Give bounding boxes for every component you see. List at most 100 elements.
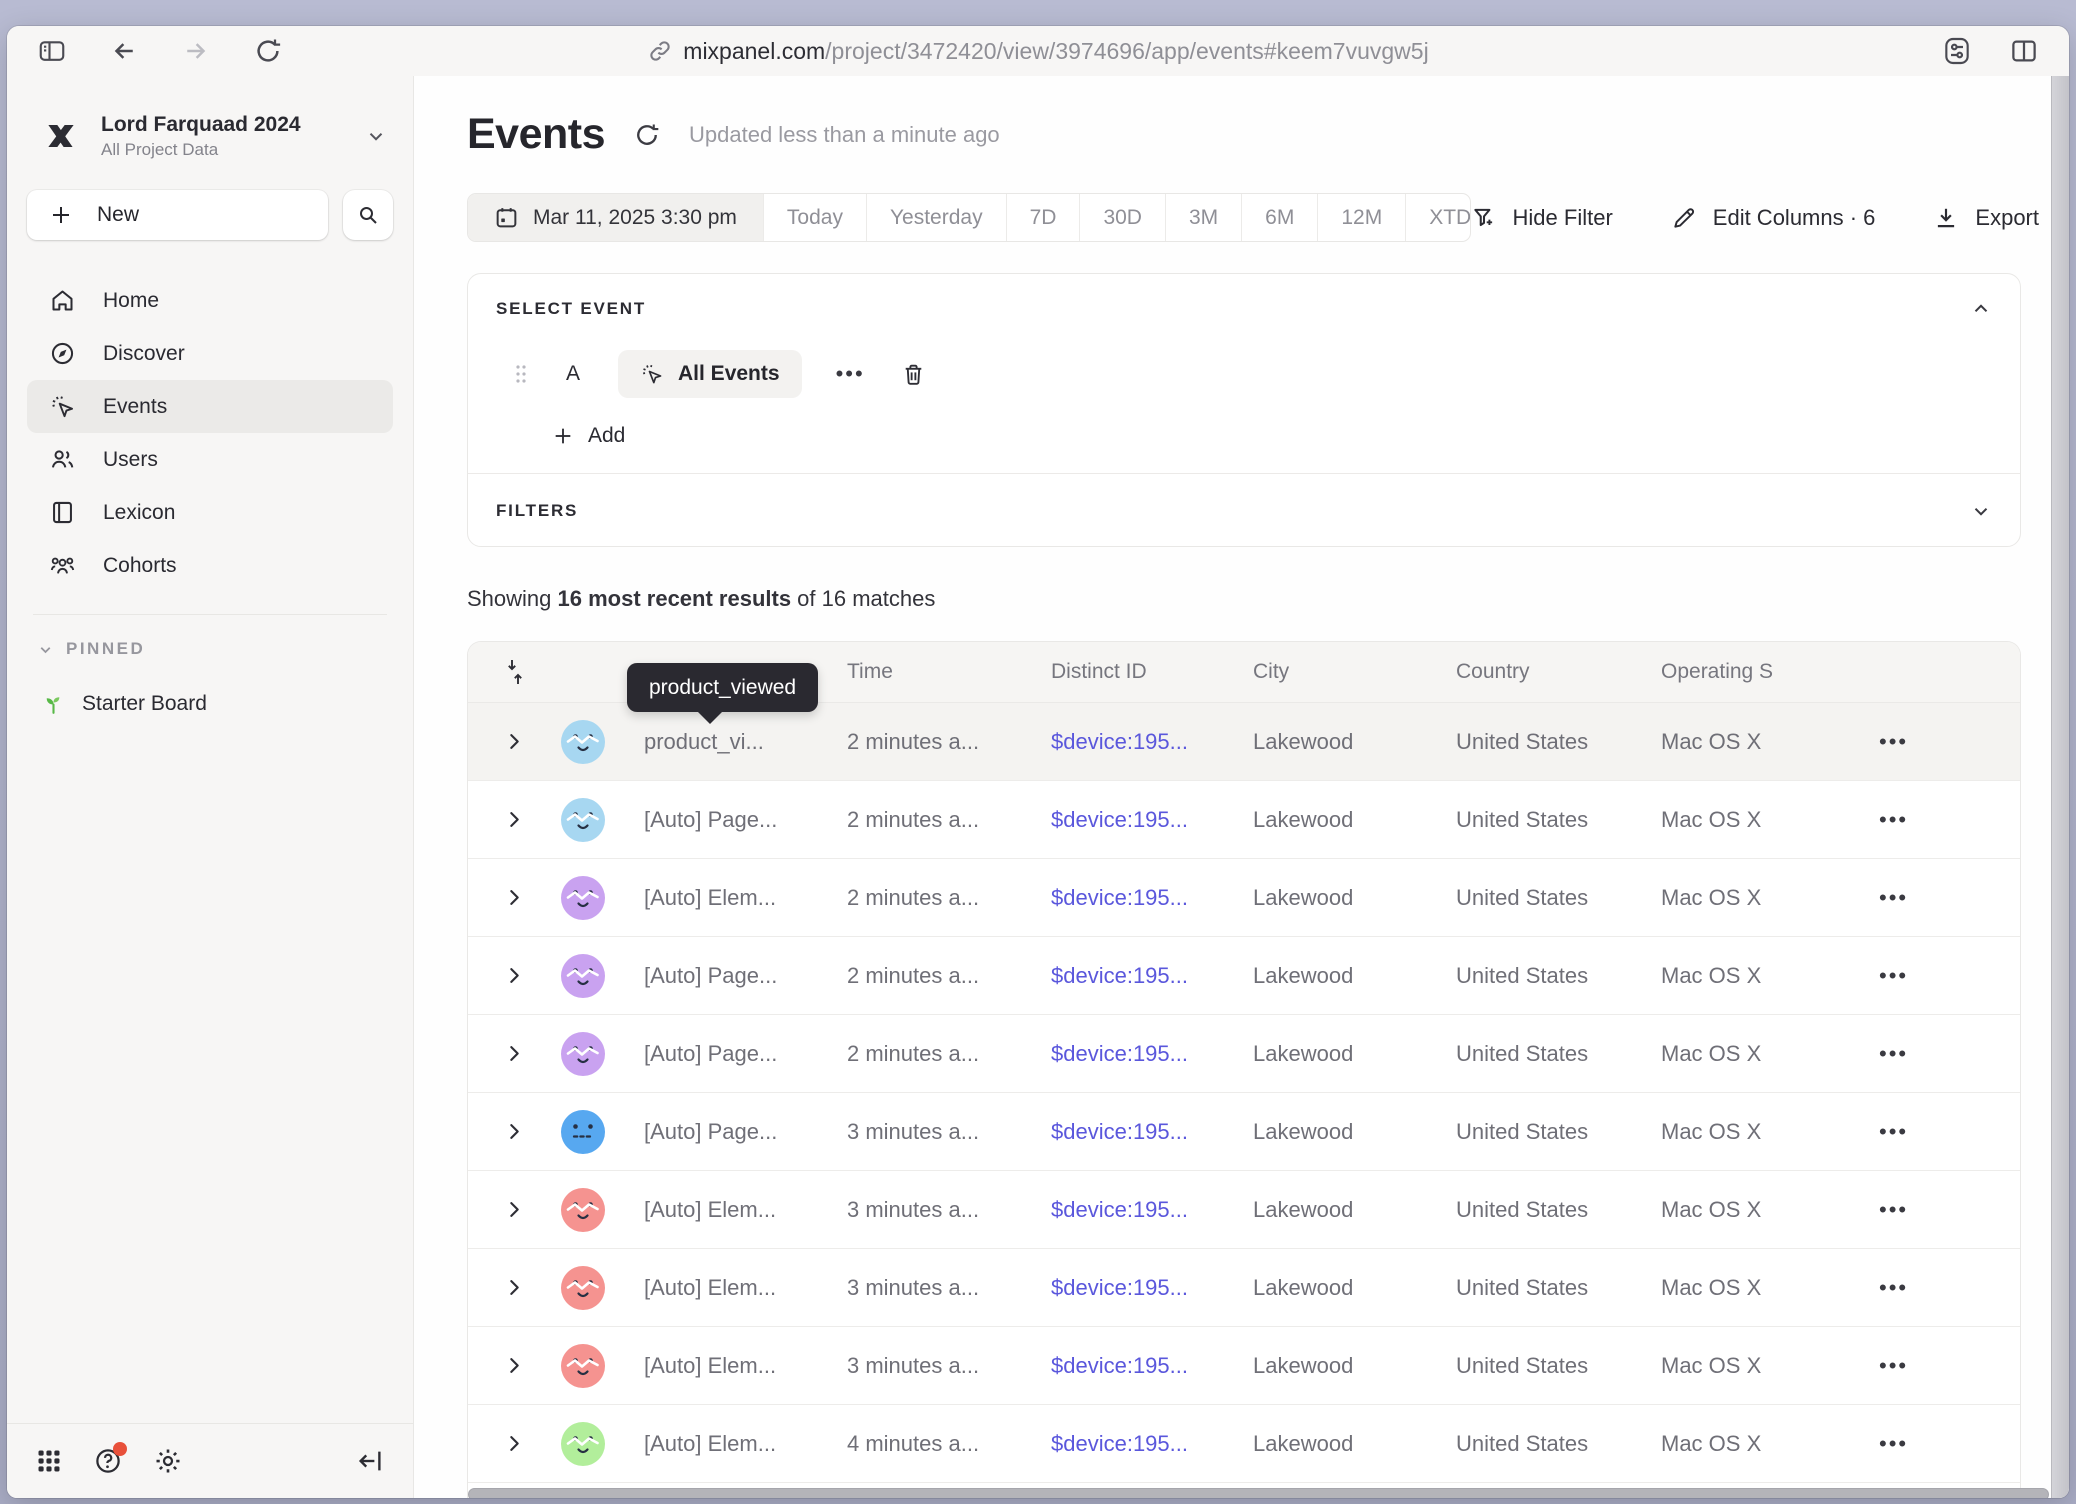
distinct-id-link[interactable]: $device:195... — [1051, 1275, 1188, 1300]
table-row[interactable]: [Auto] Page... 2 minutes a... $device:19… — [468, 1015, 2020, 1093]
browser-extensions-icon[interactable] — [1941, 35, 1973, 67]
row-expand-chevron-icon[interactable] — [506, 1357, 523, 1374]
range-30d[interactable]: 30D — [1079, 194, 1165, 241]
event-row-more-button[interactable]: ••• — [836, 361, 865, 387]
sidebar-item-lexicon[interactable]: Lexicon — [27, 486, 393, 539]
trash-icon[interactable] — [901, 362, 926, 387]
distinct-id-link[interactable]: $device:195... — [1051, 1041, 1188, 1066]
browser-back-icon[interactable] — [109, 36, 139, 66]
sidebar-item-cohorts[interactable]: Cohorts — [27, 539, 393, 592]
table-row[interactable]: [Auto] Elem... 4 minutes a... $device:19… — [468, 1405, 2020, 1483]
sidebar-item-discover[interactable]: Discover — [27, 327, 393, 380]
event-selector-chip[interactable]: All Events — [618, 350, 802, 398]
event-name-cell: [Auto] Page... — [607, 1041, 847, 1067]
table-row[interactable]: [Auto] Page... 2 minutes a... $device:19… — [468, 781, 2020, 859]
column-header-city[interactable]: City — [1253, 660, 1456, 684]
collapse-sidebar-icon[interactable] — [355, 1446, 385, 1476]
distinct-id-link[interactable]: $device:195... — [1051, 1119, 1188, 1144]
refresh-icon[interactable] — [633, 121, 661, 149]
row-menu-button[interactable]: ••• — [1861, 1197, 2020, 1223]
table-row[interactable]: [Auto] Page... 2 minutes a... $device:19… — [468, 937, 2020, 1015]
vertical-scrollbar[interactable] — [2051, 76, 2069, 1498]
sidebar-item-users[interactable]: Users — [27, 433, 393, 486]
country-cell: United States — [1456, 1431, 1661, 1457]
range-today[interactable]: Today — [763, 194, 866, 241]
browser-reload-icon[interactable] — [253, 36, 283, 66]
table-row[interactable]: [Auto] Elem... 2 minutes a... $device:19… — [468, 859, 2020, 937]
add-event-button[interactable]: Add — [552, 424, 625, 448]
horizontal-scrollbar-thumb[interactable] — [468, 1488, 2049, 1498]
event-tooltip: product_viewed — [627, 663, 818, 712]
distinct-id-link[interactable]: $device:195... — [1051, 807, 1188, 832]
row-menu-button[interactable]: ••• — [1861, 1353, 2020, 1379]
row-expand-chevron-icon[interactable] — [506, 811, 523, 828]
collapse-section-chevron-up-icon[interactable] — [1970, 298, 1992, 320]
sidebar-item-starter-board[interactable]: Starter Board — [27, 691, 393, 716]
edit-columns-button[interactable]: Edit Columns · 6 — [1671, 205, 1876, 231]
event-avatar — [561, 1266, 605, 1310]
row-expand-chevron-icon[interactable] — [506, 889, 523, 906]
city-cell: Lakewood — [1253, 1353, 1456, 1379]
column-header-distinct-id[interactable]: Distinct ID — [1051, 660, 1253, 684]
column-header-country[interactable]: Country — [1456, 660, 1661, 684]
drag-handle-icon[interactable] — [514, 362, 528, 386]
os-cell: Mac OS X — [1661, 1431, 1861, 1457]
browser-sidebar-toggle-icon[interactable] — [37, 36, 67, 66]
column-header-operating-system[interactable]: Operating S — [1661, 660, 1861, 684]
range-12m[interactable]: 12M — [1317, 194, 1405, 241]
event-time-cell: 2 minutes a... — [847, 807, 1051, 833]
row-expand-chevron-icon[interactable] — [506, 733, 523, 750]
distinct-id-link[interactable]: $device:195... — [1051, 1353, 1188, 1378]
sidebar-item-home[interactable]: Home — [27, 274, 393, 327]
search-button[interactable] — [343, 190, 393, 240]
row-menu-button[interactable]: ••• — [1861, 1041, 2020, 1067]
column-header-time[interactable]: Time — [847, 660, 1051, 684]
range-yesterday[interactable]: Yesterday — [866, 194, 1006, 241]
row-expand-chevron-icon[interactable] — [506, 1279, 523, 1296]
horizontal-scrollbar[interactable] — [468, 1488, 2049, 1498]
distinct-id-link[interactable]: $device:195... — [1051, 1431, 1188, 1456]
row-menu-button[interactable]: ••• — [1861, 1275, 2020, 1301]
event-time-cell: 2 minutes a... — [847, 1041, 1051, 1067]
plus-icon — [49, 203, 73, 227]
row-menu-button[interactable]: ••• — [1861, 963, 2020, 989]
new-button[interactable]: New — [27, 190, 328, 240]
row-menu-button[interactable]: ••• — [1861, 729, 2020, 755]
help-icon[interactable] — [93, 1446, 123, 1476]
sort-order-icon[interactable] — [506, 657, 524, 687]
sidebar-item-events[interactable]: Events — [27, 380, 393, 433]
export-button[interactable]: Export — [1933, 205, 2039, 231]
range-7d[interactable]: 7D — [1006, 194, 1080, 241]
table-row[interactable]: [Auto] Page... 3 minutes a... $device:19… — [468, 1093, 2020, 1171]
address-bar[interactable]: mixpanel.com/project/3472420/view/397469… — [7, 26, 2069, 76]
range-xtd[interactable]: XTD — [1405, 194, 1470, 241]
apps-grid-icon[interactable] — [35, 1447, 63, 1475]
settings-gear-icon[interactable] — [153, 1446, 183, 1476]
distinct-id-link[interactable]: $device:195... — [1051, 885, 1188, 910]
table-row[interactable]: [Auto] Elem... 3 minutes a... $device:19… — [468, 1327, 2020, 1405]
row-menu-button[interactable]: ••• — [1861, 885, 2020, 911]
events-cursor-icon — [49, 393, 76, 420]
project-switcher[interactable]: Lord Farquaad 2024 All Project Data — [27, 112, 393, 160]
row-menu-button[interactable]: ••• — [1861, 1119, 2020, 1145]
hide-filter-button[interactable]: Hide Filter — [1471, 205, 1613, 231]
range-3m[interactable]: 3M — [1165, 194, 1241, 241]
filters-section-header[interactable]: FILTERS — [468, 474, 2020, 547]
row-expand-chevron-icon[interactable] — [506, 967, 523, 984]
row-expand-chevron-icon[interactable] — [506, 1435, 523, 1452]
row-menu-button[interactable]: ••• — [1861, 807, 2020, 833]
row-expand-chevron-icon[interactable] — [506, 1123, 523, 1140]
distinct-id-link[interactable]: $device:195... — [1051, 963, 1188, 988]
table-row[interactable]: [Auto] Elem... 3 minutes a... $device:19… — [468, 1249, 2020, 1327]
distinct-id-link[interactable]: $device:195... — [1051, 729, 1188, 754]
browser-split-view-icon[interactable] — [2009, 36, 2039, 66]
row-expand-chevron-icon[interactable] — [506, 1201, 523, 1218]
range-6m[interactable]: 6M — [1241, 194, 1317, 241]
row-menu-button[interactable]: ••• — [1861, 1431, 2020, 1457]
table-row[interactable]: [Auto] Elem... 3 minutes a... $device:19… — [468, 1171, 2020, 1249]
pinned-section-header[interactable]: PINNED — [27, 639, 393, 659]
distinct-id-link[interactable]: $device:195... — [1051, 1197, 1188, 1222]
event-avatar — [561, 954, 605, 998]
row-expand-chevron-icon[interactable] — [506, 1045, 523, 1062]
date-picker-button[interactable]: Mar 11, 2025 3:30 pm — [468, 194, 763, 241]
